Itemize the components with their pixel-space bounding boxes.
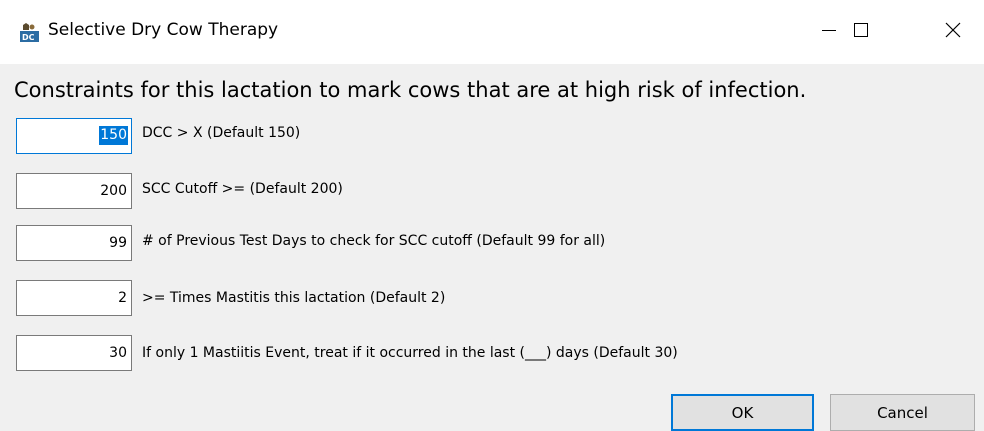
constraints-heading: Constraints for this lactation to mark c… — [14, 78, 807, 102]
svg-text:DC: DC — [22, 33, 35, 42]
previous-test-days-field[interactable]: 99 — [16, 225, 132, 261]
previous-test-days-label: # of Previous Test Days to check for SCC… — [142, 233, 606, 249]
mastitis-event-days-field[interactable]: 30 — [16, 335, 132, 371]
maximize-button[interactable] — [830, 0, 892, 64]
scc-cutoff-value: 200 — [100, 183, 127, 199]
dcc-threshold-label: DCC > X (Default 150) — [142, 125, 301, 141]
title-bar[interactable]: DC Selective Dry Cow Therapy — [0, 0, 984, 64]
ok-button[interactable]: OK — [671, 394, 814, 431]
cancel-button[interactable]: Cancel — [830, 394, 975, 431]
mastitis-times-field[interactable]: 2 — [16, 280, 132, 316]
scc-cutoff-field[interactable]: 200 — [16, 173, 132, 209]
dc-app-icon: DC — [20, 22, 39, 42]
maximize-icon — [853, 22, 869, 42]
window-title: Selective Dry Cow Therapy — [48, 20, 279, 40]
close-icon — [945, 22, 961, 42]
mastitis-event-days-value: 30 — [109, 345, 127, 361]
close-button[interactable] — [922, 0, 984, 64]
dcc-threshold-field[interactable]: 150 — [16, 118, 132, 154]
mastitis-times-value: 2 — [118, 290, 127, 306]
scc-cutoff-label: SCC Cutoff >= (Default 200) — [142, 181, 343, 197]
dialog-window: DC Selective Dry Cow Therapy Constraints… — [0, 0, 984, 431]
mastitis-event-days-label: If only 1 Mastiitis Event, treat if it o… — [142, 345, 678, 361]
dcc-threshold-value: 150 — [99, 126, 128, 145]
mastitis-times-label: >= Times Mastitis this lactation (Defaul… — [142, 290, 446, 306]
previous-test-days-value: 99 — [109, 235, 127, 251]
